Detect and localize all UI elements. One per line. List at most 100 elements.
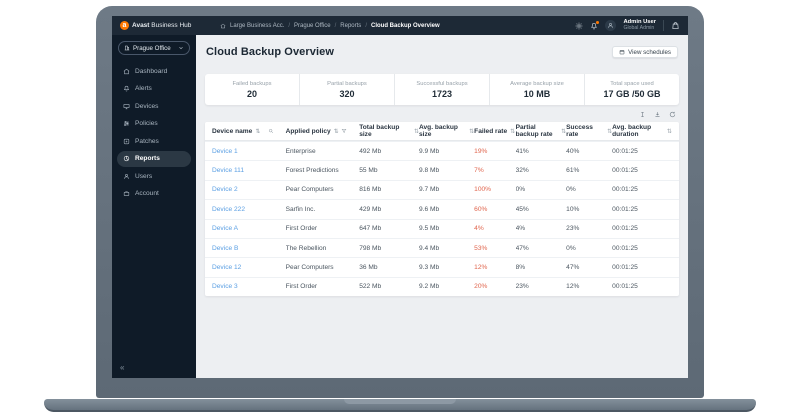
topbar-actions: Admin User Global Admin <box>575 19 680 32</box>
device-link[interactable]: Device 1 <box>212 148 238 155</box>
column-header-avg-backup-size[interactable]: Avg. backup size⇅ <box>419 124 474 138</box>
sort-icon[interactable]: ⇅ <box>667 128 672 135</box>
stat-average-backup-size: Average backup size 10 MB <box>489 74 584 105</box>
column-header-applied-policy[interactable]: Applied policy ⇅ <box>286 128 360 135</box>
main-content: Cloud Backup Overview View schedules Fai… <box>196 35 688 378</box>
home-icon[interactable] <box>220 23 226 29</box>
home-icon <box>123 68 130 75</box>
pie-chart-icon <box>123 155 130 162</box>
row-height-icon[interactable] <box>639 111 646 118</box>
search-icon[interactable] <box>268 128 274 134</box>
sidebar-item-account[interactable]: Account <box>117 186 191 202</box>
avg-backup-duration-cell: 00:01:25 <box>612 264 672 271</box>
breadcrumb-item[interactable]: Large Business Acc. <box>230 23 284 29</box>
column-header-success-rate[interactable]: Success rate⇅ <box>566 124 612 138</box>
device-link[interactable]: Device A <box>212 225 238 232</box>
brand-name: Avast Business Hub <box>132 22 191 29</box>
device-link[interactable]: Device 12 <box>212 264 241 271</box>
device-link[interactable]: Device 3 <box>212 283 238 290</box>
device-link[interactable]: Device 222 <box>212 206 245 213</box>
applied-policy-cell: Sarfin Inc. <box>286 206 360 213</box>
breadcrumb-item[interactable]: Prague Office <box>294 23 331 29</box>
breadcrumb-separator: / <box>335 23 337 29</box>
applied-policy-cell: First Order <box>286 225 360 232</box>
total-backup-size-cell: 429 Mb <box>359 206 419 213</box>
device-link[interactable]: Device B <box>212 245 238 252</box>
download-icon[interactable] <box>654 111 661 118</box>
failed-rate-cell: 7% <box>474 167 515 174</box>
failed-rate-cell: 12% <box>474 264 515 271</box>
page-title: Cloud Backup Overview <box>206 46 334 58</box>
sidebar-item-patches[interactable]: Patches <box>117 133 191 149</box>
success-rate-cell: 0% <box>566 186 612 193</box>
failed-rate-cell: 20% <box>474 283 515 290</box>
partial-backup-rate-cell: 23% <box>516 283 567 290</box>
success-rate-cell: 0% <box>566 245 612 252</box>
avg-backup-size-cell: 9.3 Mb <box>419 264 474 271</box>
table-toolbar <box>205 111 676 118</box>
sidebar-item-dashboard[interactable]: Dashboard <box>117 63 191 79</box>
avg-backup-size-cell: 9.5 Mb <box>419 225 474 232</box>
notifications-bell-icon[interactable] <box>590 22 598 30</box>
breadcrumb-item[interactable]: Reports <box>340 23 361 29</box>
device-link[interactable]: Device 2 <box>212 186 238 193</box>
partial-backup-rate-cell: 45% <box>516 206 567 213</box>
failed-rate-cell: 4% <box>474 225 515 232</box>
settings-gear-icon[interactable] <box>575 22 583 30</box>
user-role: Global Admin <box>623 26 656 32</box>
total-backup-size-cell: 816 Mb <box>359 186 419 193</box>
applied-policy-cell: Pear Computers <box>286 264 360 271</box>
partial-backup-rate-cell: 41% <box>516 148 567 155</box>
device-name-cell: Device 1 <box>212 148 286 155</box>
table-row: Device 2 Pear Computers 816 Mb 9.7 Mb 10… <box>205 180 679 199</box>
column-header-device-name[interactable]: Device name ⇅ <box>212 128 286 135</box>
success-rate-cell: 61% <box>566 167 612 174</box>
briefcase-icon <box>123 190 130 197</box>
column-header-total-backup-size[interactable]: Total backup size⇅ <box>359 124 419 138</box>
refresh-icon[interactable] <box>669 111 676 118</box>
view-schedules-button[interactable]: View schedules <box>612 46 678 58</box>
sidebar-item-reports[interactable]: Reports <box>117 151 191 167</box>
org-selector-label: Prague Office <box>133 45 171 52</box>
device-link[interactable]: Device 111 <box>212 167 244 174</box>
sidebar-item-users[interactable]: Users <box>117 168 191 184</box>
sort-icon[interactable]: ⇅ <box>334 128 339 135</box>
device-name-cell: Device B <box>212 245 286 252</box>
applied-policy-cell: First Order <box>286 283 360 290</box>
sidebar-item-devices[interactable]: Devices <box>117 98 191 114</box>
table-body: Device 1 Enterprise 492 Mb 9.9 Mb 19% 41… <box>205 141 679 296</box>
user-menu[interactable]: Admin User Global Admin <box>623 19 656 32</box>
brand-logo[interactable]: a Avast Business Hub <box>120 21 216 30</box>
filter-funnel-icon[interactable] <box>341 128 347 134</box>
stat-successful-backups: Successful backups 1723 <box>394 74 489 105</box>
summary-stats: Failed backups 20 Partial backups 320 Su… <box>205 74 679 105</box>
sidebar-collapse-button[interactable]: « <box>112 357 196 378</box>
column-header-failed-rate[interactable]: Failed rate⇅ <box>474 128 515 135</box>
avg-backup-duration-cell: 00:01:25 <box>612 245 672 252</box>
topbar: a Avast Business Hub Large Business Acc.… <box>112 16 688 35</box>
laptop-base-notch <box>344 399 456 404</box>
column-header-avg-backup-duration[interactable]: Avg. backup duration⇅ <box>612 124 672 138</box>
stat-failed-backups: Failed backups 20 <box>205 74 299 105</box>
sort-icon[interactable]: ⇅ <box>510 128 515 135</box>
sidebar-item-alerts[interactable]: Alerts <box>117 81 191 97</box>
avg-backup-duration-cell: 00:01:25 <box>612 148 672 155</box>
failed-rate-cell: 100% <box>474 186 515 193</box>
store-bag-icon[interactable] <box>671 21 680 30</box>
sidebar-item-policies[interactable]: Policies <box>117 116 191 132</box>
building-icon <box>124 45 130 51</box>
applied-policy-cell: Forest Predictions <box>286 167 360 174</box>
device-name-cell: Device 12 <box>212 264 286 271</box>
partial-backup-rate-cell: 4% <box>516 225 567 232</box>
total-backup-size-cell: 492 Mb <box>359 148 419 155</box>
sort-icon[interactable]: ⇅ <box>255 128 260 135</box>
org-selector[interactable]: Prague Office <box>118 41 190 55</box>
sidebar-nav: Dashboard Alerts Devices Policies <box>112 63 196 202</box>
total-backup-size-cell: 55 Mb <box>359 167 419 174</box>
table-row: Device 111 Forest Predictions 55 Mb 9.8 … <box>205 160 679 179</box>
user-avatar[interactable] <box>605 20 616 31</box>
avg-backup-size-cell: 9.8 Mb <box>419 167 474 174</box>
calendar-icon <box>619 49 625 55</box>
table-row: Device 3 First Order 522 Mb 9.2 Mb 20% 2… <box>205 277 679 296</box>
column-header-partial-backup-rate[interactable]: Partial backup rate⇅ <box>516 124 567 138</box>
